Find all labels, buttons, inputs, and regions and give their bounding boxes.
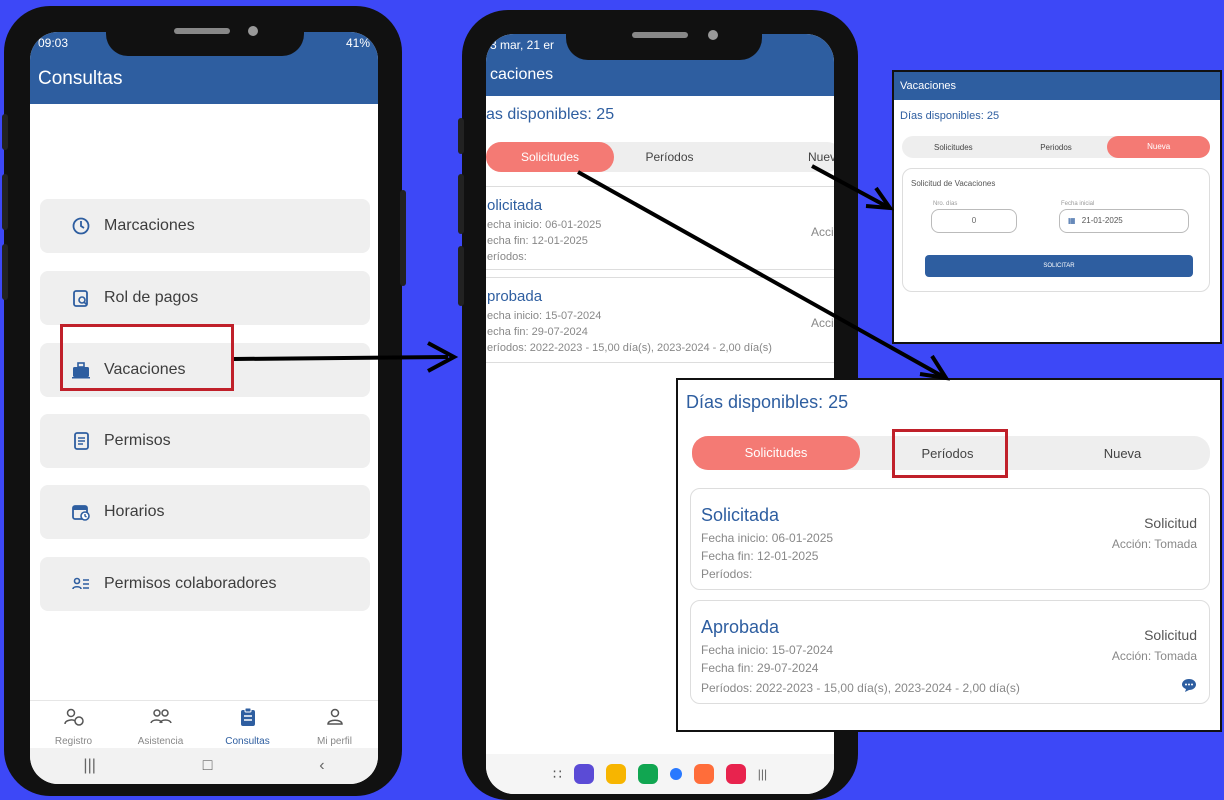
- arrow-icon: [577, 164, 951, 381]
